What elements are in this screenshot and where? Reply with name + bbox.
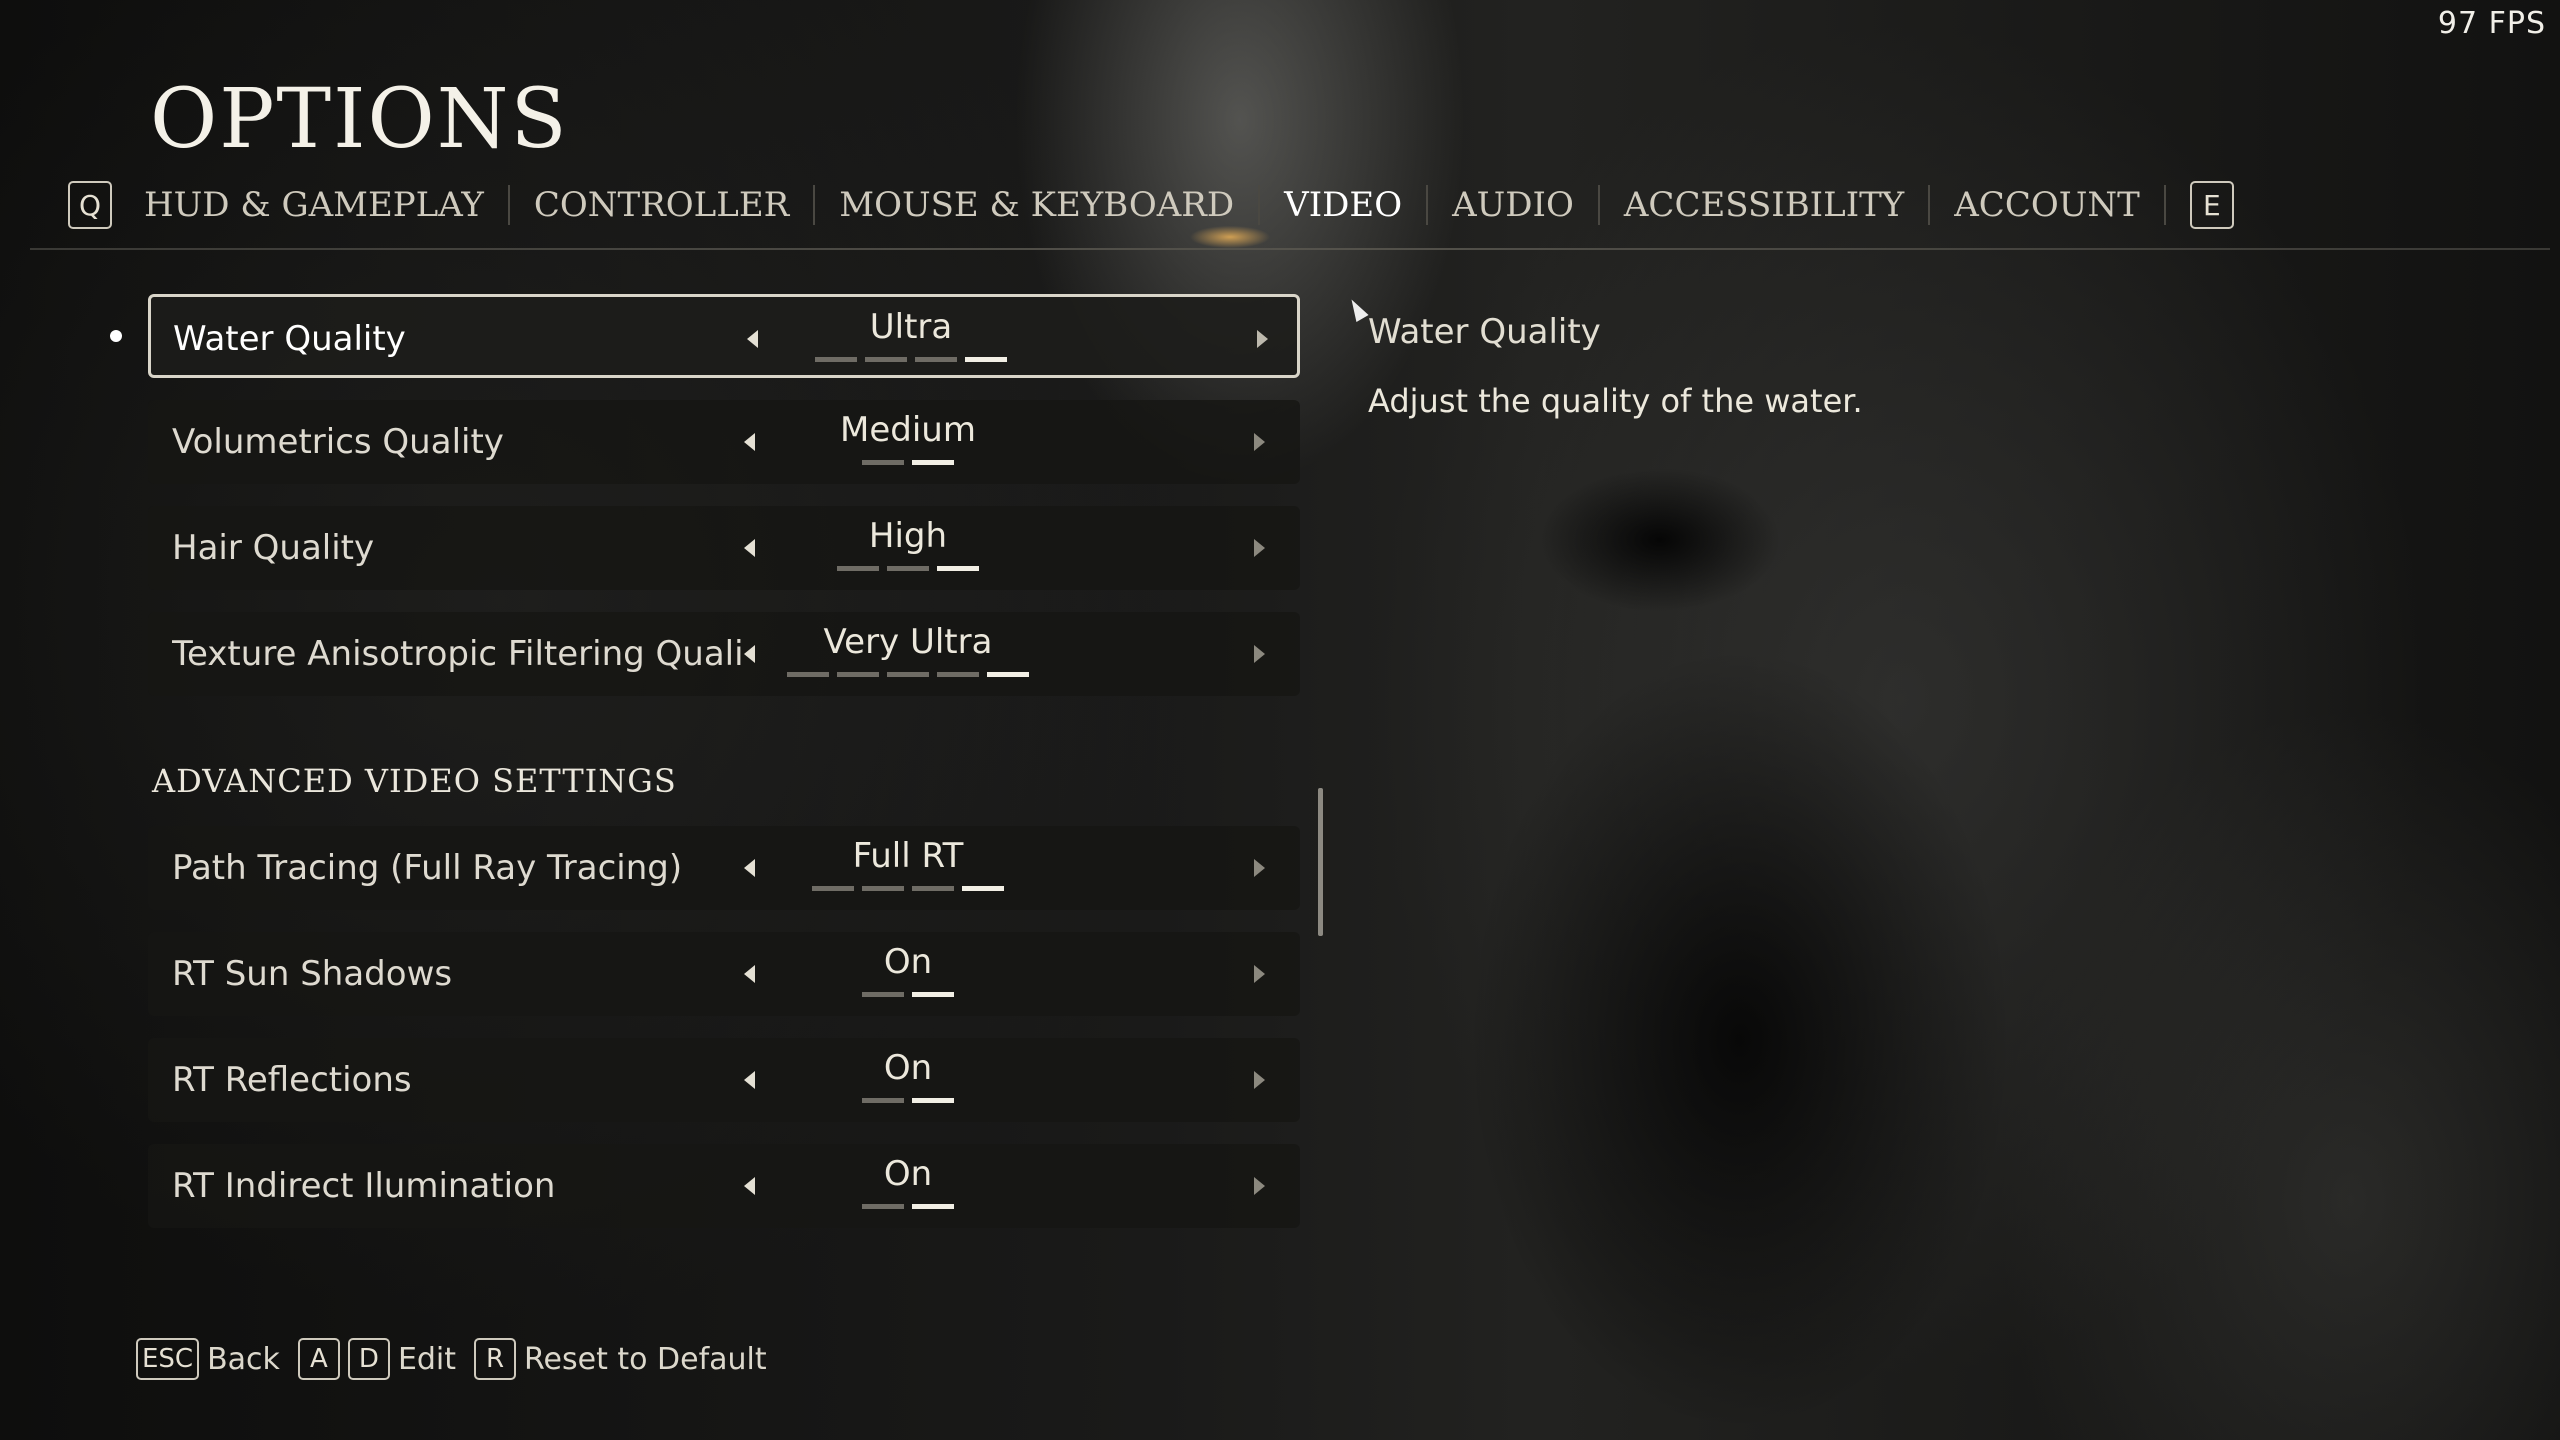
tab-video[interactable]: VIDEO: [1260, 185, 1426, 225]
level-indicator: [862, 992, 954, 997]
setting-value: Ultra: [869, 307, 953, 347]
level-segment: [962, 886, 1004, 891]
level-indicator: [862, 1204, 954, 1209]
setting-row-rt-indirect-illumination[interactable]: RT Indirect Ilumination On: [148, 1144, 1300, 1228]
setting-row-volumetrics-quality[interactable]: Volumetrics Quality Medium: [148, 400, 1300, 484]
description-title: Water Quality: [1368, 312, 1601, 352]
settings-scrollbar[interactable]: [1318, 788, 1323, 936]
setting-value: On: [883, 1154, 933, 1194]
tab-divider: [2163, 185, 2166, 225]
level-segment: [912, 992, 954, 997]
setting-row-water-quality[interactable]: Water Quality Ultra: [148, 294, 1300, 378]
reset-hint[interactable]: Reset to Default: [524, 1342, 767, 1377]
setting-value: On: [883, 1048, 933, 1088]
level-segment: [815, 357, 857, 362]
tab-audio[interactable]: AUDIO: [1428, 185, 1598, 225]
level-segment: [915, 357, 957, 362]
level-segment: [965, 357, 1007, 362]
setting-row-rt-reflections[interactable]: RT Reflections On: [148, 1038, 1300, 1122]
r-key[interactable]: R: [474, 1338, 517, 1380]
setting-row-rt-sun-shadows[interactable]: RT Sun Shadows On: [148, 932, 1300, 1016]
level-segment: [887, 566, 929, 571]
level-segment: [937, 672, 979, 677]
level-indicator: [837, 566, 979, 571]
tab-hud-gameplay[interactable]: HUD & GAMEPLAY: [120, 185, 508, 225]
description-text: Adjust the quality of the water.: [1368, 382, 1863, 420]
arrow-right-icon[interactable]: [1254, 1177, 1265, 1195]
level-segment: [887, 672, 929, 677]
arrow-right-icon[interactable]: [1254, 433, 1265, 451]
arrow-right-icon[interactable]: [1254, 965, 1265, 983]
next-tab-key[interactable]: E: [2189, 181, 2234, 229]
setting-value: Full RT: [852, 836, 964, 876]
prev-tab-key[interactable]: Q: [68, 181, 112, 229]
selected-indicator-dot: [110, 330, 122, 342]
tab-controller[interactable]: CONTROLLER: [510, 185, 813, 225]
a-key[interactable]: A: [297, 1338, 340, 1380]
level-segment: [865, 357, 907, 362]
setting-value: High: [868, 516, 948, 556]
level-segment: [912, 460, 954, 465]
page-title: OPTIONS: [150, 72, 569, 167]
level-indicator: [787, 672, 1029, 677]
arrow-right-icon[interactable]: [1254, 1071, 1265, 1089]
level-segment: [912, 886, 954, 891]
level-segment: [787, 672, 829, 677]
level-indicator: [812, 886, 1004, 891]
setting-row-hair-quality[interactable]: Hair Quality High: [148, 506, 1300, 590]
level-segment: [862, 992, 904, 997]
setting-row-path-tracing[interactable]: Path Tracing (Full Ray Tracing) Full RT: [148, 826, 1300, 910]
level-indicator: [862, 460, 954, 465]
level-indicator: [815, 357, 1007, 362]
setting-value: On: [883, 942, 933, 982]
arrow-right-icon[interactable]: [1257, 330, 1268, 348]
esc-key[interactable]: ESC: [136, 1338, 200, 1380]
tab-accessibility[interactable]: ACCESSIBILITY: [1600, 185, 1928, 225]
level-segment: [912, 1098, 954, 1103]
level-segment: [912, 1204, 954, 1209]
level-segment: [862, 1098, 904, 1103]
level-segment: [862, 1204, 904, 1209]
character-hat-silhouette: [1510, 430, 1810, 630]
edit-hint[interactable]: Edit: [398, 1342, 456, 1377]
arrow-right-icon[interactable]: [1254, 859, 1265, 877]
tab-underline: [30, 248, 2550, 250]
level-segment: [987, 672, 1029, 677]
level-segment: [862, 886, 904, 891]
level-segment: [837, 566, 879, 571]
level-segment: [812, 886, 854, 891]
setting-value: Medium: [840, 410, 976, 450]
level-segment: [937, 566, 979, 571]
setting-row-texture-anisotropic[interactable]: Texture Anisotropic Filtering Quali Very…: [148, 612, 1300, 696]
tab-account[interactable]: ACCOUNT: [1930, 185, 2164, 225]
arrow-right-icon[interactable]: [1254, 539, 1265, 557]
level-segment: [862, 460, 904, 465]
advanced-section-heading: ADVANCED VIDEO SETTINGS: [152, 762, 677, 800]
tab-bar: Q HUD & GAMEPLAY CONTROLLER MOUSE & KEYB…: [68, 180, 2234, 230]
fps-counter: 97 FPS: [2437, 6, 2546, 41]
back-hint[interactable]: Back: [207, 1342, 280, 1377]
setting-value: Very Ultra: [823, 622, 993, 662]
arrow-right-icon[interactable]: [1254, 645, 1265, 663]
footer-hints: ESC Back A D Edit R Reset to Default: [136, 1338, 777, 1380]
level-segment: [837, 672, 879, 677]
level-indicator: [862, 1098, 954, 1103]
d-key[interactable]: D: [347, 1338, 390, 1380]
tab-mouse-keyboard[interactable]: MOUSE & KEYBOARD: [815, 185, 1258, 225]
